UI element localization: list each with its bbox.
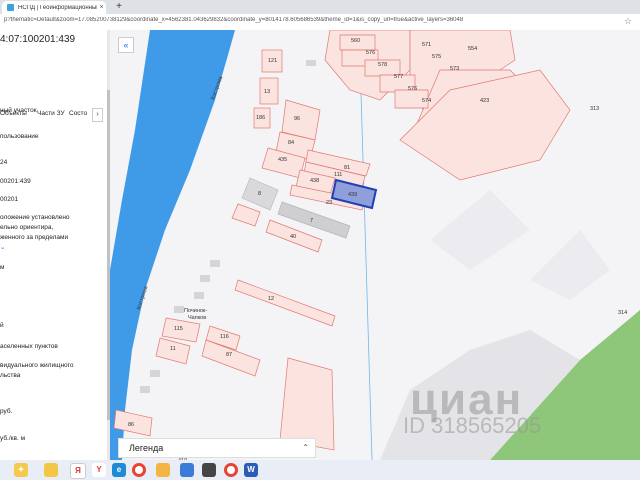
parcel-label: 115 xyxy=(174,326,183,332)
info-row: ный участок xyxy=(0,107,37,114)
mail-icon[interactable] xyxy=(180,463,194,477)
stream-line xyxy=(359,59,373,460)
browser-tab-strip: НСПД | Геоинформационный × + xyxy=(0,0,640,14)
building xyxy=(306,60,316,66)
info-row: льства xyxy=(0,372,21,379)
parcel-label: 111 xyxy=(334,172,342,178)
yandex-icon[interactable]: Я xyxy=(70,463,86,479)
parcel-label: 40 xyxy=(290,234,296,240)
info-row: руб. xyxy=(0,408,13,415)
info-row: женного за пределами xyxy=(0,234,69,241)
building xyxy=(174,306,184,313)
map-view[interactable]: 560 576 578 577 576 574 571 575 573 554 … xyxy=(110,30,640,460)
parcel-label: 96 xyxy=(294,116,300,122)
files-icon[interactable] xyxy=(44,463,58,477)
parcel-label-selected: 439 xyxy=(348,192,357,198)
bookmark-star-icon[interactable]: ☆ xyxy=(624,16,634,26)
folder-icon[interactable] xyxy=(156,463,170,477)
info-panel: 4:07:100201:439 Объекты Части ЗУ Состо ›… xyxy=(0,30,110,460)
close-tab-icon[interactable]: × xyxy=(97,4,106,11)
gray-area xyxy=(430,190,530,270)
village-label-line1: Починок- xyxy=(184,308,207,314)
parcel-label: 23 xyxy=(326,200,332,206)
info-row: видуального жилищного xyxy=(0,362,74,369)
parcel-label: 576 xyxy=(408,86,417,92)
info-row: аселенных пунктов xyxy=(0,343,58,350)
legend-label: Легенда xyxy=(129,443,164,453)
legend-panel[interactable]: Легенда ⌃ xyxy=(118,438,316,458)
parcel-label: 87 xyxy=(226,352,232,358)
parcel-label: 577 xyxy=(394,74,403,80)
address-bar[interactable]: p?thematic=Default&zoom=17.085200738129&… xyxy=(0,14,640,31)
expand-link[interactable]: ⌄ xyxy=(0,244,108,252)
parcel-label: 423 xyxy=(480,98,489,104)
parcel-label: 84 xyxy=(288,140,294,146)
info-row: м xyxy=(0,264,5,271)
map-canvas[interactable]: 560 576 578 577 576 574 571 575 573 554 … xyxy=(110,30,640,460)
camera-icon[interactable] xyxy=(202,463,216,477)
edge-icon[interactable]: e xyxy=(112,463,126,477)
url-text[interactable]: p?thematic=Default&zoom=17.085200738129&… xyxy=(4,17,604,23)
building xyxy=(150,370,160,377)
parcel-12[interactable] xyxy=(234,279,336,327)
parcel-label: 574 xyxy=(422,98,431,104)
building xyxy=(210,260,220,267)
chrome-alt-icon[interactable] xyxy=(224,463,238,477)
village-label-line2: Чапков xyxy=(188,315,206,321)
info-row: пользование xyxy=(0,133,39,140)
parcel-label: 313 xyxy=(590,106,599,112)
chrome-icon[interactable] xyxy=(132,463,146,477)
parcel-label: 578 xyxy=(378,62,387,68)
info-row: 00201 xyxy=(0,196,19,203)
building xyxy=(194,292,204,299)
parcel-label: 13 xyxy=(264,89,270,95)
parcel-label: 186 xyxy=(256,115,265,121)
parcel-label: 81 xyxy=(344,165,350,171)
info-row: ельно ориентира, xyxy=(0,224,54,231)
info-row: 24 xyxy=(0,159,8,166)
gray-area xyxy=(530,230,610,300)
info-row: 00201:439 xyxy=(0,178,31,185)
parcel-label: 116 xyxy=(220,334,229,340)
parcel[interactable] xyxy=(231,203,261,227)
new-tab-button[interactable]: + xyxy=(113,0,125,14)
parcel-label: 573 xyxy=(450,66,459,72)
chevron-up-icon[interactable]: ⌃ xyxy=(302,439,309,457)
parcel-label: 12 xyxy=(268,296,274,302)
building xyxy=(140,386,150,393)
info-row: оложение установлено xyxy=(0,214,70,221)
yandex-browser-icon[interactable]: Y xyxy=(92,463,106,477)
sparkle-icon[interactable]: ✦ xyxy=(14,463,28,477)
collapse-panel-button[interactable]: « xyxy=(118,37,134,53)
parcel-label: 314 xyxy=(618,310,627,316)
parcel-label: 576 xyxy=(366,50,375,56)
watermark-id: ID 318565205 xyxy=(403,413,542,438)
parcel-label: 86 xyxy=(128,422,134,428)
parcel-label: 8 xyxy=(258,191,261,197)
info-row: й xyxy=(0,322,4,329)
building xyxy=(200,275,210,282)
parcel-label: 575 xyxy=(432,54,441,60)
site-favicon-icon xyxy=(7,4,14,11)
parcel-label: 435 xyxy=(278,157,287,163)
parcel-label: 7 xyxy=(310,218,313,224)
parcel-label: 121 xyxy=(268,58,277,64)
cadastral-number: 4:07:100201:439 xyxy=(0,34,76,45)
browser-tab[interactable]: НСПД | Геоинформационный × xyxy=(2,1,106,14)
taskbar: ✦ Я Y e W xyxy=(0,460,640,480)
parcel-label: 560 xyxy=(351,38,360,44)
parcel-label: 11 xyxy=(170,346,176,352)
parcel-label: 438 xyxy=(310,178,319,184)
parcel-label: 571 xyxy=(422,42,431,48)
info-row: уб./кв. м xyxy=(0,435,26,442)
parcel-label: 554 xyxy=(468,46,477,52)
word-icon[interactable]: W xyxy=(244,463,258,477)
parcel[interactable] xyxy=(279,357,335,451)
tab-title: НСПД | Геоинформационный xyxy=(18,4,97,11)
